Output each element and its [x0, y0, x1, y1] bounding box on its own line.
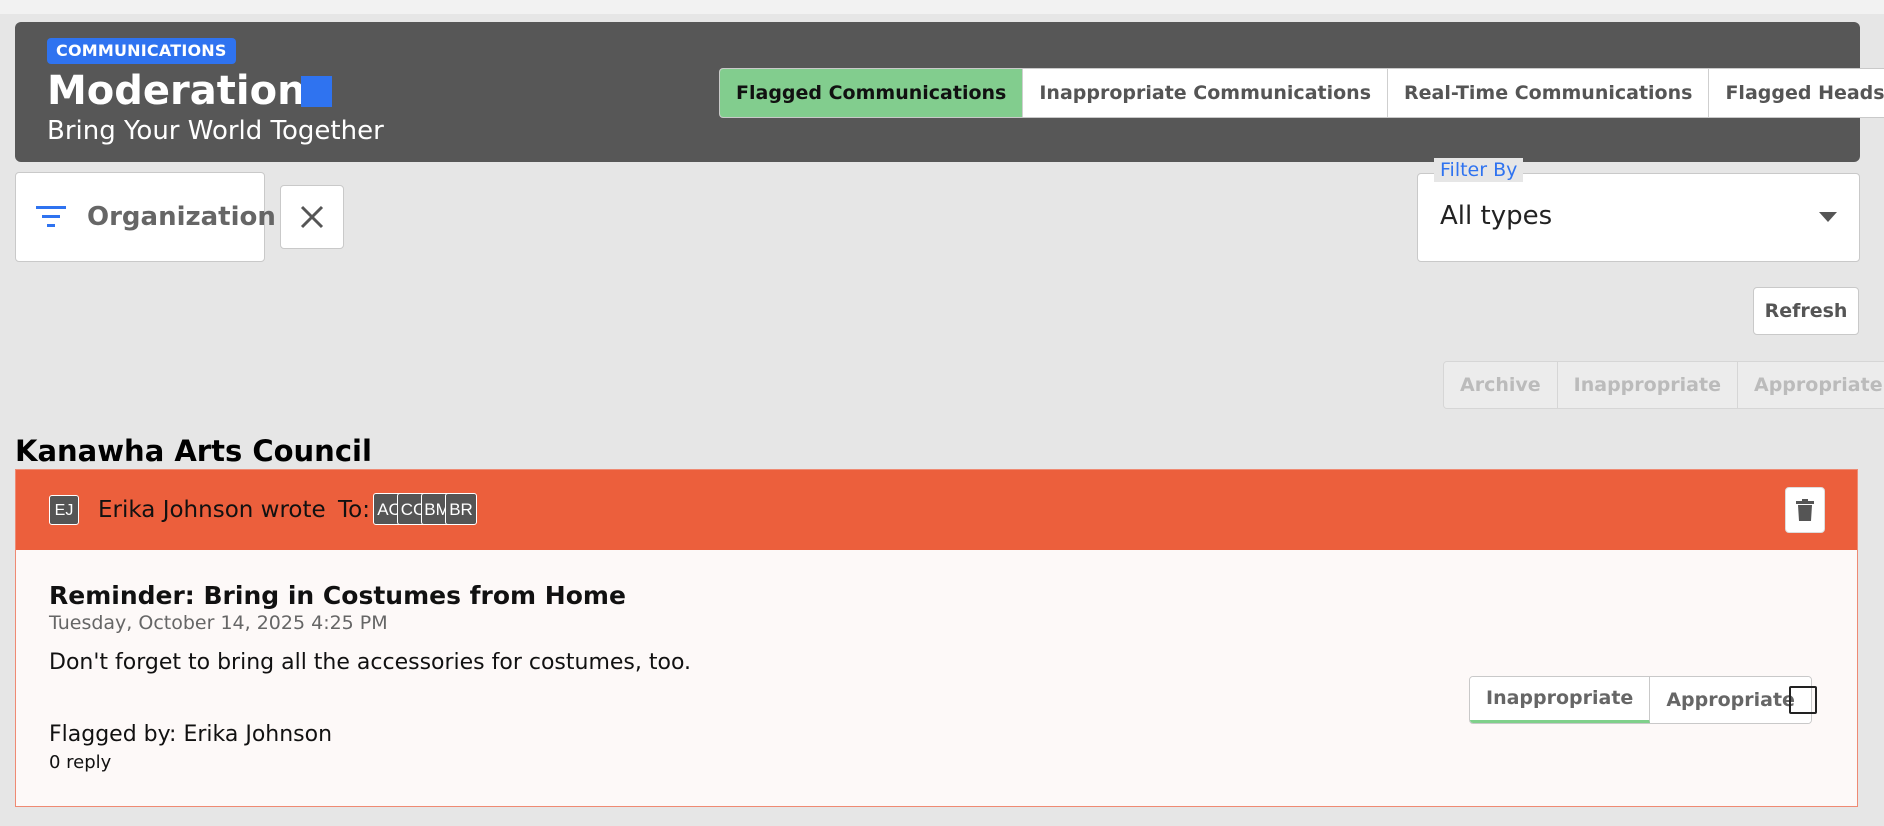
reply-count[interactable]: 0 reply — [49, 750, 111, 776]
mark-appropriate-button[interactable]: Appropriate — [1650, 677, 1811, 723]
message-date: Tuesday, October 14, 2025 4:25 PM — [49, 612, 388, 634]
message-subject: Reminder: Bring in Costumes from Home — [49, 581, 626, 610]
clear-filter-button[interactable] — [280, 185, 344, 249]
page-title: Moderation — [47, 68, 306, 114]
bulk-actions: Archive Inappropriate Appropriate — [1443, 361, 1884, 409]
tab-flagged-headshots[interactable]: Flagged Headshots — [1709, 69, 1884, 117]
to-label: To: — [338, 497, 370, 523]
organization-filter-button[interactable]: Organization — [15, 172, 276, 262]
filter-icon — [36, 206, 66, 232]
message-body: Don't forget to bring all the accessorie… — [49, 650, 692, 675]
select-message-checkbox[interactable] — [1789, 686, 1817, 714]
page-header: COMMUNICATIONS Moderation Bring Your Wor… — [15, 22, 1884, 162]
tab-real-time-communications[interactable]: Real-Time Communications — [1388, 69, 1710, 117]
tab-inappropriate-communications[interactable]: Inappropriate Communications — [1023, 69, 1388, 117]
section-badge: COMMUNICATIONS — [47, 38, 236, 64]
title-accent-square — [301, 76, 332, 107]
page-subtitle: Bring Your World Together — [47, 116, 384, 146]
organization-label: Organization — [87, 202, 276, 232]
filter-by-value: All types — [1440, 201, 1553, 231]
bulk-inappropriate-button[interactable]: Inappropriate — [1557, 362, 1738, 408]
message-card: EJ Erika Johnson wrote To: AC CC BM BR R… — [15, 469, 1858, 807]
chevron-down-icon — [1819, 212, 1837, 222]
filter-by-label: Filter By — [1434, 158, 1524, 182]
top-strip — [0, 0, 1884, 14]
message-card-header: EJ Erika Johnson wrote To: AC CC BM BR — [16, 470, 1857, 550]
author-line: Erika Johnson wrote — [98, 497, 326, 523]
group-title: Kanawha Arts Council — [15, 434, 372, 468]
filter-by-select[interactable]: All types — [1417, 173, 1860, 262]
moderation-tabs: Flagged Communications Inappropriate Com… — [719, 68, 1884, 118]
refresh-button[interactable]: Refresh — [1753, 287, 1859, 335]
recipient-avatar: BR — [445, 493, 477, 525]
message-actions: Inappropriate Appropriate — [1469, 676, 1812, 724]
archive-button[interactable]: Archive — [1444, 362, 1558, 408]
mark-inappropriate-button[interactable]: Inappropriate — [1470, 677, 1651, 723]
delete-button[interactable] — [1785, 487, 1825, 533]
author-avatar: EJ — [49, 495, 79, 525]
tab-flagged-communications[interactable]: Flagged Communications — [720, 69, 1024, 117]
bulk-appropriate-button[interactable]: Appropriate — [1737, 362, 1884, 408]
flagged-by: Flagged by: Erika Johnson — [49, 722, 333, 747]
